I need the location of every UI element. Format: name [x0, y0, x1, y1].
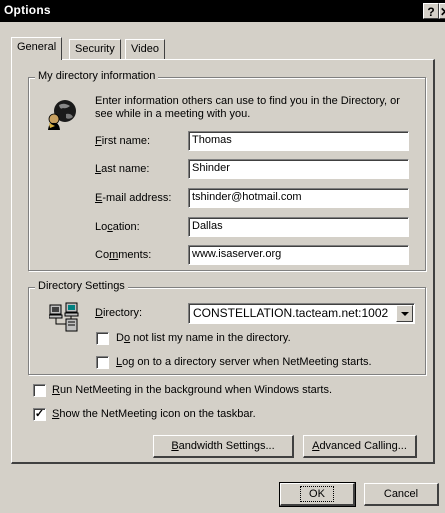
chevron-down-icon[interactable]	[396, 305, 413, 322]
directory-label: Directory:	[95, 307, 143, 319]
logon-directory-label: Log on to a directory server when NetMee…	[116, 356, 372, 368]
directory-info-legend: My directory information	[35, 70, 159, 82]
show-icon-checkbox[interactable]: ✓	[33, 408, 46, 421]
comments-label: Comments:	[95, 249, 152, 261]
last-name-label: Last name:	[95, 163, 150, 175]
directory-intro-text: Enter information others can use to find…	[95, 95, 400, 120]
close-button[interactable]: ✕	[439, 3, 445, 19]
ok-button[interactable]: OK	[279, 482, 356, 507]
network-computers-icon	[48, 302, 81, 332]
run-background-label: Run NetMeeting in the background when Wi…	[52, 384, 333, 396]
tab-video[interactable]: Video	[125, 39, 165, 59]
comments-field[interactable]: www.isaserver.org	[188, 245, 409, 265]
directory-settings-legend: Directory Settings	[35, 280, 128, 292]
do-not-list-label: Do not list my name in the directory.	[116, 332, 291, 344]
help-button[interactable]: ?	[423, 3, 439, 19]
title-bar: Options ? ✕	[0, 0, 445, 22]
directory-select-value: CONSTELLATION.tacteam.net:1002	[193, 306, 389, 320]
bandwidth-settings-button[interactable]: Bandwidth Settings...	[153, 435, 294, 458]
run-background-checkbox[interactable]	[33, 384, 46, 397]
first-name-label: First name:	[95, 135, 151, 147]
email-field[interactable]: tshinder@hotmail.com	[188, 188, 409, 208]
show-icon-label: Show the NetMeeting icon on the taskbar.	[52, 408, 256, 420]
options-dialog: Options ? ✕ General Security Video My di…	[0, 0, 445, 513]
advanced-calling-button[interactable]: Advanced Calling...	[303, 435, 417, 458]
directory-select[interactable]: CONSTELLATION.tacteam.net:1002	[188, 303, 415, 324]
logon-directory-checkbox[interactable]	[96, 356, 109, 369]
globe-person-icon	[46, 97, 80, 131]
cancel-button[interactable]: Cancel	[364, 483, 439, 506]
window-title: Options	[4, 3, 51, 17]
location-label: Location:	[95, 221, 140, 233]
do-not-list-checkbox[interactable]	[96, 332, 109, 345]
location-field[interactable]: Dallas	[188, 217, 409, 237]
tab-security[interactable]: Security	[69, 39, 121, 59]
tab-general[interactable]: General	[11, 37, 63, 60]
email-label: E-mail address:	[95, 192, 172, 204]
first-name-field[interactable]: Thomas	[188, 131, 409, 151]
last-name-field[interactable]: Shinder	[188, 159, 409, 179]
